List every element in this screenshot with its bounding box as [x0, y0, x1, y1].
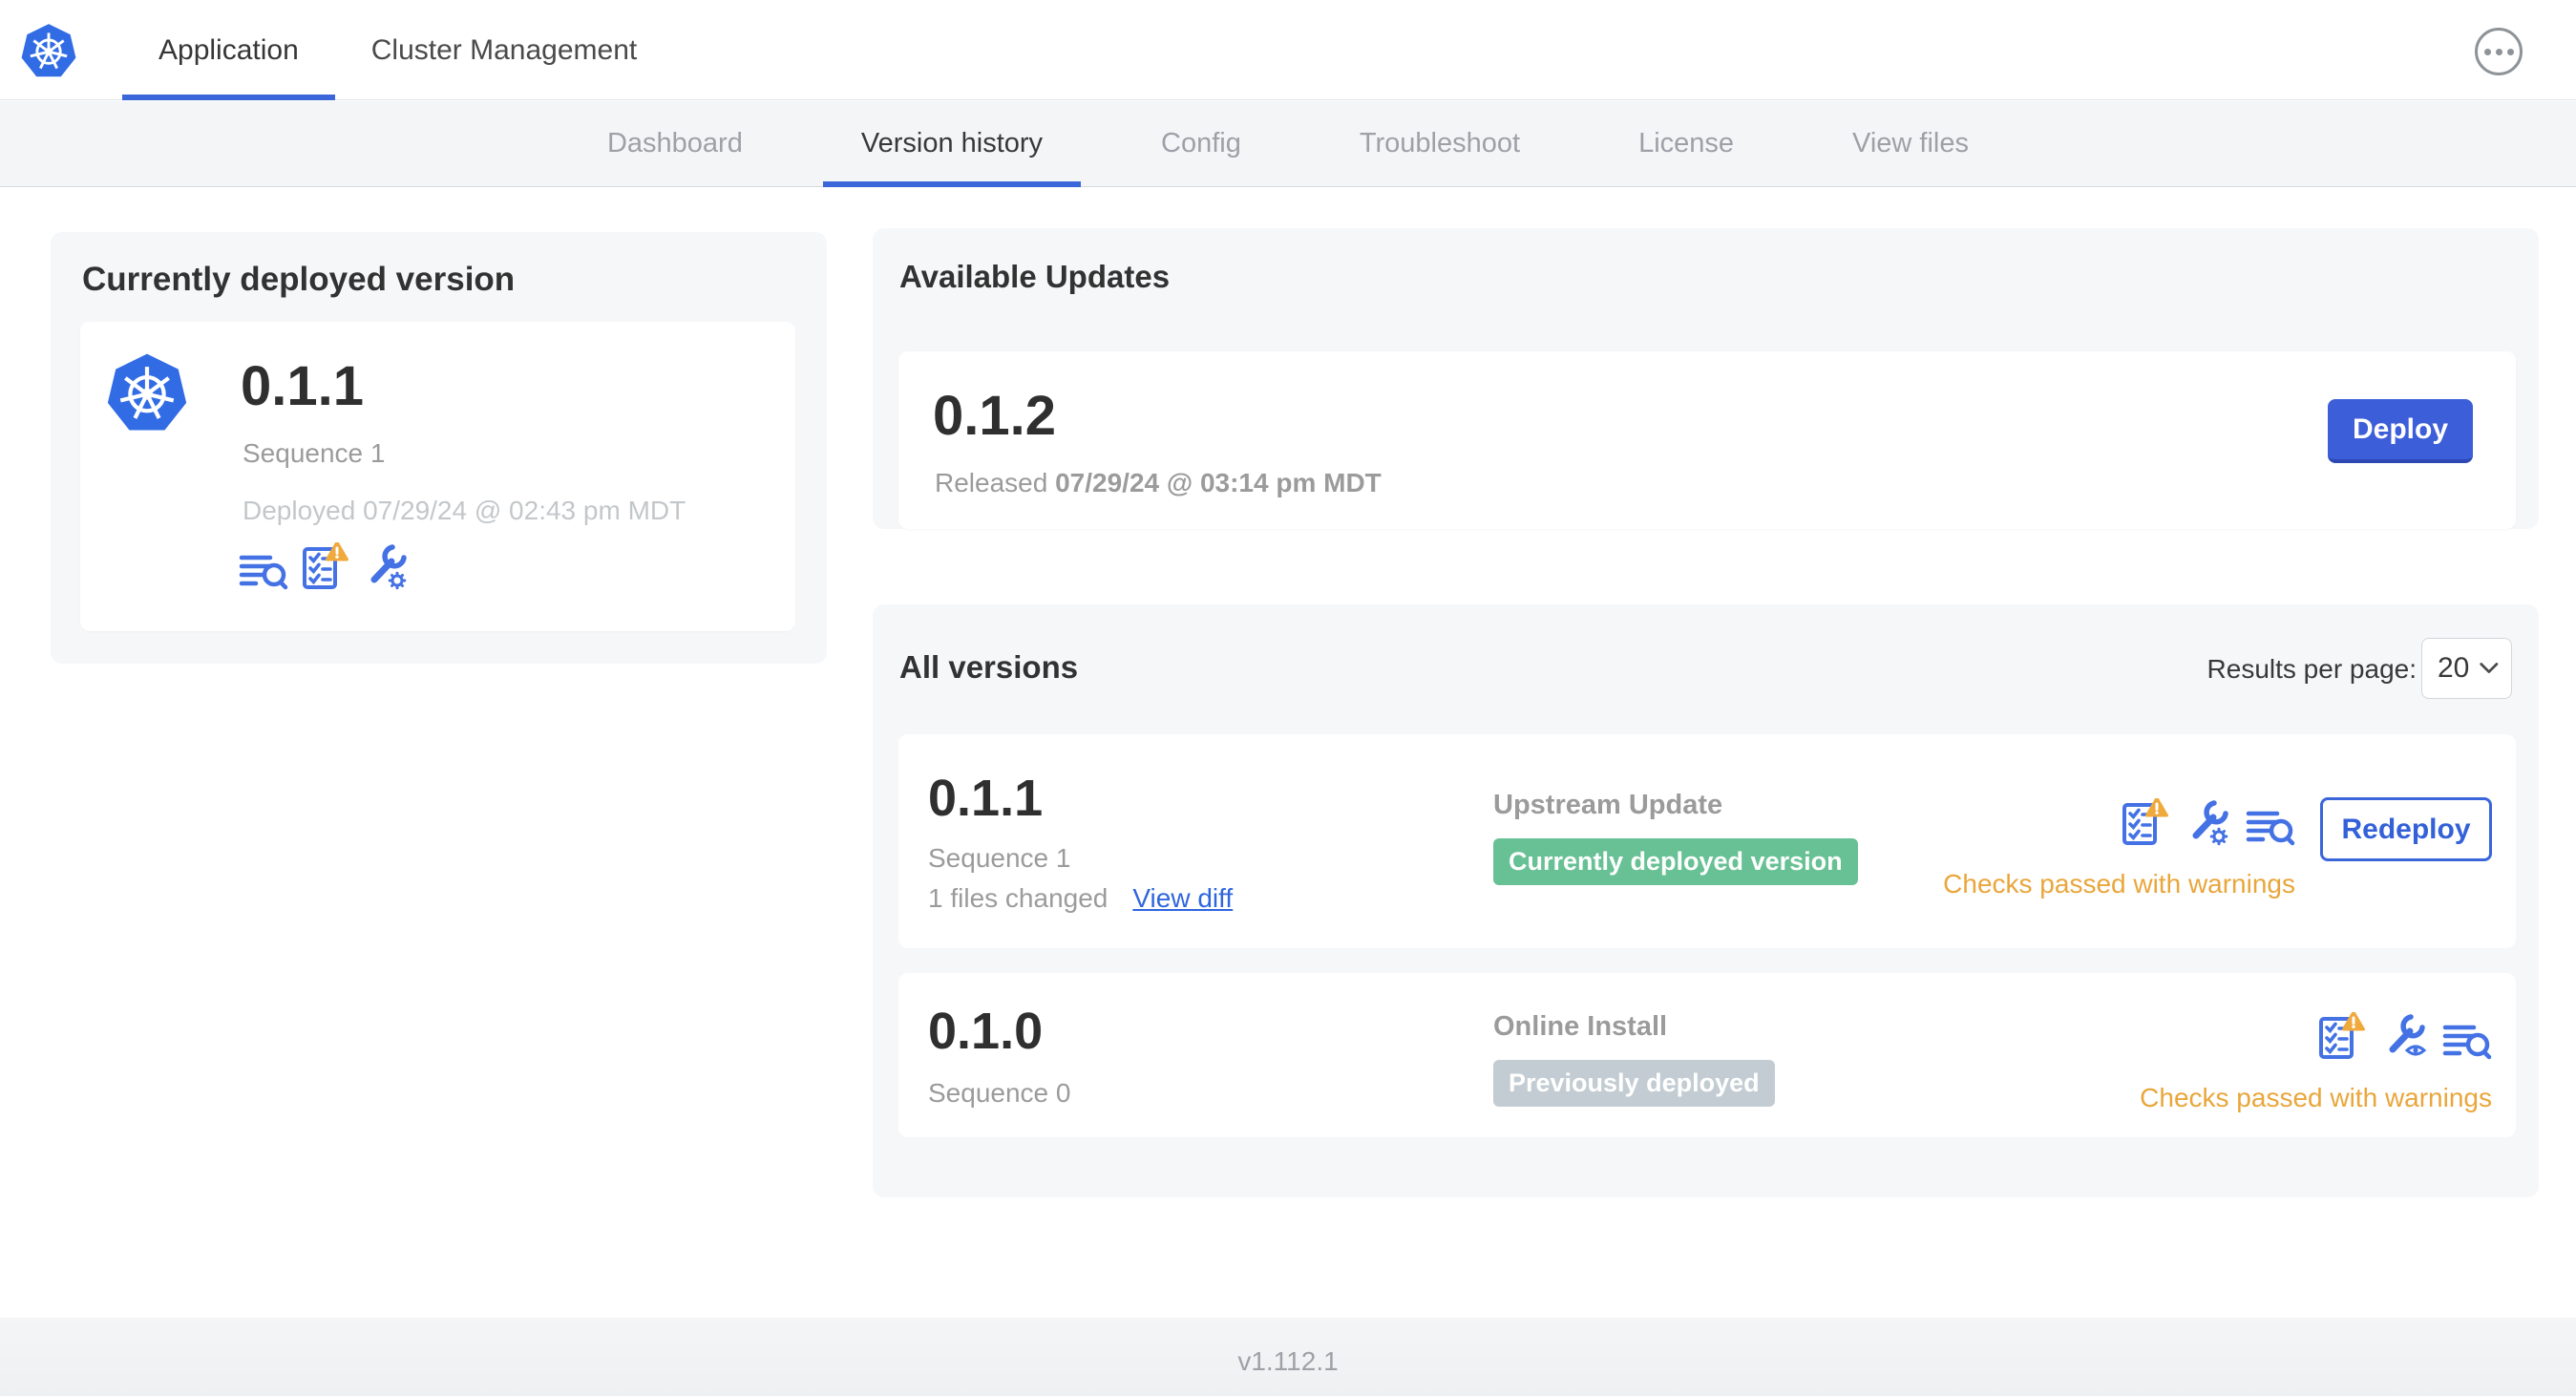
deploy-logs-icon[interactable] [2442, 1020, 2492, 1060]
version-row-info: 0.1.0 Sequence 0 [928, 1002, 1070, 1109]
version-row-actions: Checks passed with warnings [2140, 1011, 2492, 1113]
version-history-page: Application Cluster Management Dashboard… [0, 0, 2576, 1396]
tab-cluster-management[interactable]: Cluster Management [335, 0, 673, 100]
current-version-actions [239, 541, 409, 590]
preflight-status-text: Checks passed with warnings [2140, 1083, 2492, 1112]
available-updates-title: Available Updates [899, 259, 1171, 294]
all-versions-card: All versions Results per page: 20 0.1.1 … [873, 604, 2539, 1197]
preflight-status-text: Checks passed with warnings [1943, 869, 2295, 899]
currently-deployed-card: Currently deployed version 0.1.1 Sequenc… [51, 232, 827, 664]
edit-config-icon[interactable] [2185, 797, 2230, 846]
update-released-timestamp: Released 07/29/24 @ 03:14 pm MDT [935, 468, 1382, 497]
version-row-source: Online Install Previously deployed [1493, 1011, 1775, 1107]
currently-deployed-version-tile: 0.1.1 Sequence 1 Deployed 07/29/24 @ 02:… [80, 322, 795, 631]
view-diff-link[interactable]: View diff [1132, 883, 1233, 914]
deploy-logs-icon[interactable] [239, 550, 288, 590]
preflight-checks-warning-icon[interactable] [302, 542, 349, 590]
row-version-number: 0.1.1 [928, 770, 1044, 827]
available-updates-card: Available Updates 0.1.2 Released 07/29/2… [873, 228, 2539, 529]
all-versions-title: All versions [899, 649, 1079, 685]
results-per-page-select[interactable]: 20 [2421, 638, 2512, 699]
top-tabs: Application Cluster Management [122, 0, 673, 100]
row-sequence-label: Sequence 1 [928, 843, 1071, 873]
tab-license[interactable]: License [1579, 101, 1793, 186]
tab-dashboard[interactable]: Dashboard [548, 101, 802, 186]
preflight-checks-warning-icon[interactable] [2122, 798, 2169, 846]
tab-config[interactable]: Config [1102, 101, 1300, 186]
deploy-logs-icon[interactable] [2246, 806, 2295, 846]
tab-version-history[interactable]: Version history [802, 101, 1102, 187]
top-navigation-bar: Application Cluster Management [0, 0, 2576, 100]
results-per-page-label: Results per page: [2206, 654, 2417, 684]
view-config-icon[interactable] [2381, 1011, 2427, 1060]
update-version-number: 0.1.2 [933, 385, 1056, 447]
chevron-down-icon [2480, 663, 2499, 673]
row-source-label: Upstream Update [1493, 790, 1723, 820]
version-row-actions: Checks passed with warnings Redeploy [1943, 797, 2492, 899]
tab-application[interactable]: Application [122, 0, 335, 100]
tab-view-files[interactable]: View files [1793, 101, 2028, 186]
app-sub-navigation: Dashboard Version history Config Trouble… [0, 101, 2576, 187]
previously-deployed-badge: Previously deployed [1493, 1060, 1775, 1107]
row-files-changed: 1 files changed View diff [928, 883, 1234, 914]
tab-troubleshoot[interactable]: Troubleshoot [1300, 101, 1579, 186]
results-per-page-value: 20 [2438, 652, 2470, 684]
redeploy-button[interactable]: Redeploy [2320, 797, 2492, 861]
update-row: 0.1.2 Released 07/29/24 @ 03:14 pm MDT D… [898, 351, 2516, 529]
tab-application-label: Application [158, 33, 299, 66]
edit-config-icon[interactable] [363, 541, 409, 590]
version-row-source: Upstream Update Currently deployed versi… [1493, 790, 1858, 885]
current-version-number: 0.1.1 [241, 355, 364, 417]
more-options-button[interactable] [2475, 28, 2523, 75]
results-per-page: Results per page: 20 [2082, 604, 2512, 700]
deploy-button[interactable]: Deploy [2328, 399, 2473, 463]
preflight-checks-warning-icon[interactable] [2318, 1012, 2366, 1060]
current-sequence-label: Sequence 1 [243, 438, 386, 468]
row-version-number: 0.1.0 [928, 1003, 1044, 1060]
kubernetes-logo-icon [21, 23, 76, 78]
current-deployed-timestamp: Deployed 07/29/24 @ 02:43 pm MDT [243, 496, 686, 525]
app-kubernetes-icon [107, 350, 187, 434]
tab-cluster-management-label: Cluster Management [370, 33, 638, 66]
row-source-label: Online Install [1493, 1011, 1668, 1042]
currently-deployed-title: Currently deployed version [82, 261, 516, 298]
admin-console-version: v1.112.1 [1237, 1346, 1339, 1376]
version-row-info: 0.1.1 Sequence 1 1 files changed View di… [928, 769, 1233, 914]
version-row-0-1-0: 0.1.0 Sequence 0 Online Install Previous… [898, 973, 2516, 1137]
version-row-0-1-1: 0.1.1 Sequence 1 1 files changed View di… [898, 734, 2516, 948]
page-footer: v1.112.1 [0, 1318, 2576, 1396]
ellipsis-icon [2483, 48, 2491, 55]
row-sequence-label: Sequence 0 [928, 1078, 1071, 1108]
currently-deployed-badge: Currently deployed version [1493, 838, 1858, 885]
